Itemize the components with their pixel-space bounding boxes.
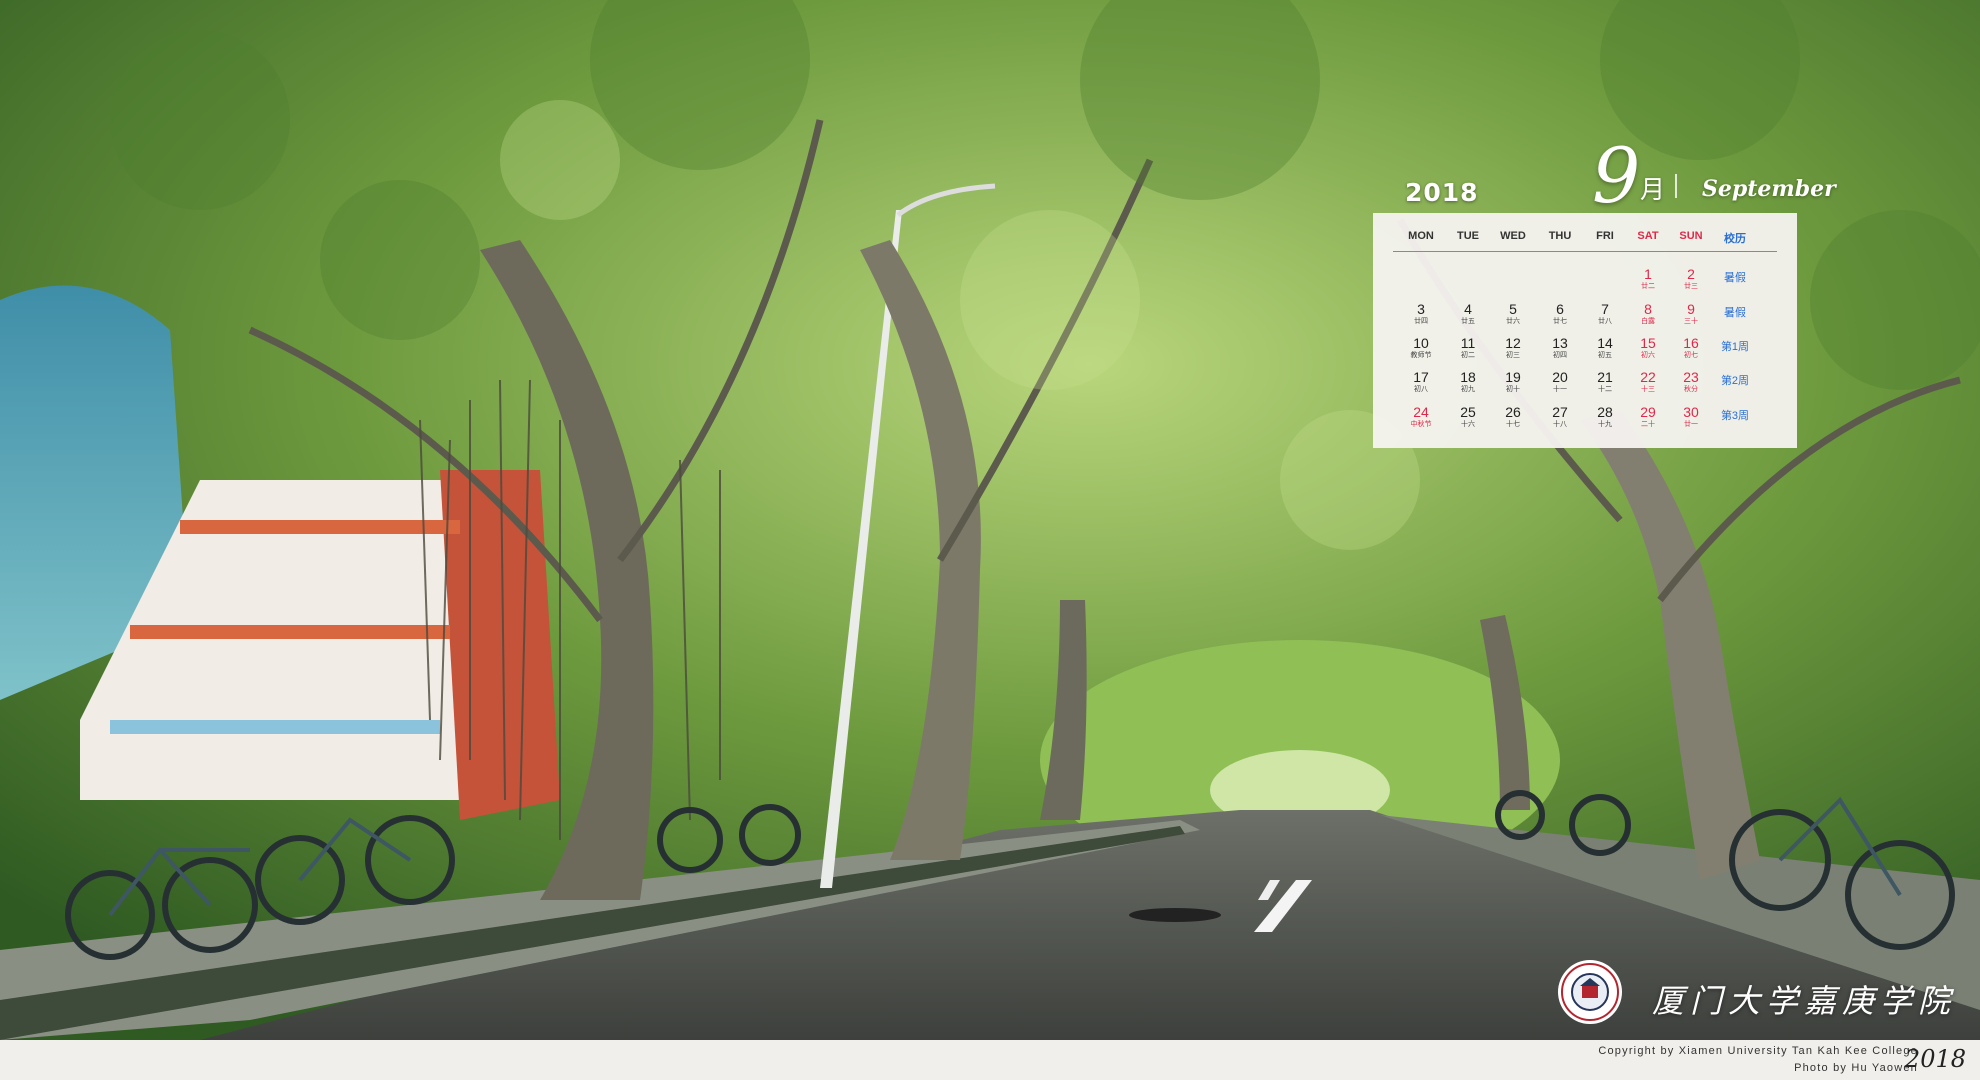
calendar-lunar-date: 廿五 — [1461, 318, 1475, 325]
calendar-day-30: 30 廿一 — [1666, 404, 1716, 429]
calendar-day-number: 5 — [1509, 301, 1517, 317]
calendar-year: 2018 — [1405, 178, 1479, 207]
calendar-week-label: 第1周 — [1720, 341, 1750, 353]
calendar-day-12: 12 初三 — [1488, 335, 1538, 360]
calendar-lunar-date: 十六 — [1461, 421, 1475, 428]
calendar-day-18: 18 初九 — [1443, 369, 1493, 394]
calendar-header-校历: 校历 — [1724, 233, 1746, 245]
calendar-day-number: 27 — [1552, 404, 1568, 420]
calendar-day-24: 24 中秋节 — [1396, 404, 1446, 429]
calendar-day-10: 10 教师节 — [1396, 335, 1446, 360]
calendar-separator — [1675, 174, 1677, 198]
calendar-day-17: 17 初八 — [1396, 369, 1446, 394]
calendar-lunar-date: 初七 — [1684, 352, 1698, 359]
calendar-day-6: 6 廿七 — [1535, 301, 1585, 326]
calendar-lunar-date: 初八 — [1414, 386, 1428, 393]
calendar-divider — [1393, 251, 1777, 252]
calendar-week-label: 暑假 — [1724, 272, 1746, 284]
calendar-lunar-date: 廿一 — [1684, 421, 1698, 428]
calendar-day-number: 6 — [1556, 301, 1564, 317]
calendar-month-cn: 月 — [1640, 176, 1666, 204]
calendar-lunar-date: 廿三 — [1684, 283, 1698, 290]
calendar-day-25: 25 十六 — [1443, 404, 1493, 429]
calendar-day-11: 11 初二 — [1443, 335, 1493, 360]
calendar-lunar-date: 秋分 — [1684, 386, 1698, 393]
calendar-month-number: 9 — [1592, 131, 1641, 220]
calendar-header-thu: THU — [1548, 230, 1572, 242]
calendar-lunar-date: 教师节 — [1410, 352, 1432, 359]
calendar-header-mon: MON — [1408, 230, 1434, 242]
footer-year: 2018 — [1904, 1045, 1966, 1073]
calendar-day-23: 23 秋分 — [1666, 369, 1716, 394]
calendar-day-number: 30 — [1683, 404, 1699, 420]
calendar-day-number: 3 — [1417, 301, 1425, 317]
calendar-day-9: 9 三十 — [1666, 301, 1716, 326]
calendar-day-number: 18 — [1460, 369, 1476, 385]
calendar-header-sun: SUN — [1679, 230, 1703, 242]
calendar-lunar-date: 十八 — [1553, 421, 1567, 428]
calendar-month-en: September — [1702, 176, 1836, 202]
calendar-day-number: 17 — [1413, 369, 1429, 385]
calendar-lunar-date: 廿六 — [1506, 318, 1520, 325]
calendar-header-tue: TUE — [1457, 230, 1479, 242]
calendar-day-number: 23 — [1683, 369, 1699, 385]
calendar-day-number: 13 — [1552, 335, 1568, 351]
calendar-day-number: 25 — [1460, 404, 1476, 420]
calendar-day-number: 10 — [1413, 335, 1429, 351]
calendar-lunar-date: 初三 — [1506, 352, 1520, 359]
calendar-week-label: 第3周 — [1720, 410, 1750, 422]
copyright-text: Copyright by Xiamen University Tan Kah K… — [1598, 1045, 1918, 1057]
calendar-day-26: 26 十七 — [1488, 404, 1538, 429]
calendar-day-number: 24 — [1413, 404, 1429, 420]
calendar-day-number: 16 — [1683, 335, 1699, 351]
calendar-day-16: 16 初七 — [1666, 335, 1716, 360]
calendar-week-label: 第2周 — [1720, 375, 1750, 387]
photo-credit-text: Photo by Hu Yaowen — [1794, 1062, 1918, 1074]
calendar-lunar-date: 十一 — [1553, 386, 1567, 393]
calendar-day-number: 9 — [1687, 301, 1695, 317]
calendar-day-5: 5 廿六 — [1488, 301, 1538, 326]
calendar-day-number: 11 — [1460, 335, 1476, 351]
calendar-day-2: 2 廿三 — [1666, 266, 1716, 291]
calendar-header-wed: WED — [1500, 230, 1526, 242]
college-seal-icon — [1558, 960, 1622, 1024]
calendar-panel: MON TUE WED THU FRI SAT SUN 校历 1 廿二 2 廿三 暑假 3 廿四 4 廿五 5 廿六… — [1373, 213, 1797, 448]
calendar-lunar-date: 初二 — [1461, 352, 1475, 359]
calendar-lunar-date: 初九 — [1461, 386, 1475, 393]
calendar-lunar-date: 廿四 — [1414, 318, 1428, 325]
calendar-day-13: 13 初四 — [1535, 335, 1585, 360]
calendar-day-20: 20 十一 — [1535, 369, 1585, 394]
calendar-day-3: 3 廿四 — [1396, 301, 1446, 326]
calendar-day-19: 19 初十 — [1488, 369, 1538, 394]
calendar-lunar-date: 三十 — [1684, 318, 1698, 325]
calendar-lunar-date: 廿七 — [1553, 318, 1567, 325]
calendar-day-number: 19 — [1505, 369, 1521, 385]
calendar-day-4: 4 廿五 — [1443, 301, 1493, 326]
calendar-day-number: 12 — [1505, 335, 1521, 351]
calendar-day-number: 2 — [1687, 266, 1695, 282]
calendar-lunar-date: 初十 — [1506, 386, 1520, 393]
college-name-logo: 厦门大学嘉庚学院 — [1652, 982, 1957, 1020]
calendar-lunar-date: 初四 — [1553, 352, 1567, 359]
calendar-day-27: 27 十八 — [1535, 404, 1585, 429]
campus-road-photo — [0, 0, 1980, 1040]
calendar-day-number: 20 — [1552, 369, 1568, 385]
calendar-lunar-date: 十七 — [1506, 421, 1520, 428]
calendar-day-number: 4 — [1464, 301, 1472, 317]
calendar-lunar-date: 中秋节 — [1410, 421, 1432, 428]
footer-bar: Copyright by Xiamen University Tan Kah K… — [0, 1040, 1980, 1080]
calendar-day-number: 26 — [1505, 404, 1521, 420]
calendar-week-label: 暑假 — [1724, 307, 1746, 319]
